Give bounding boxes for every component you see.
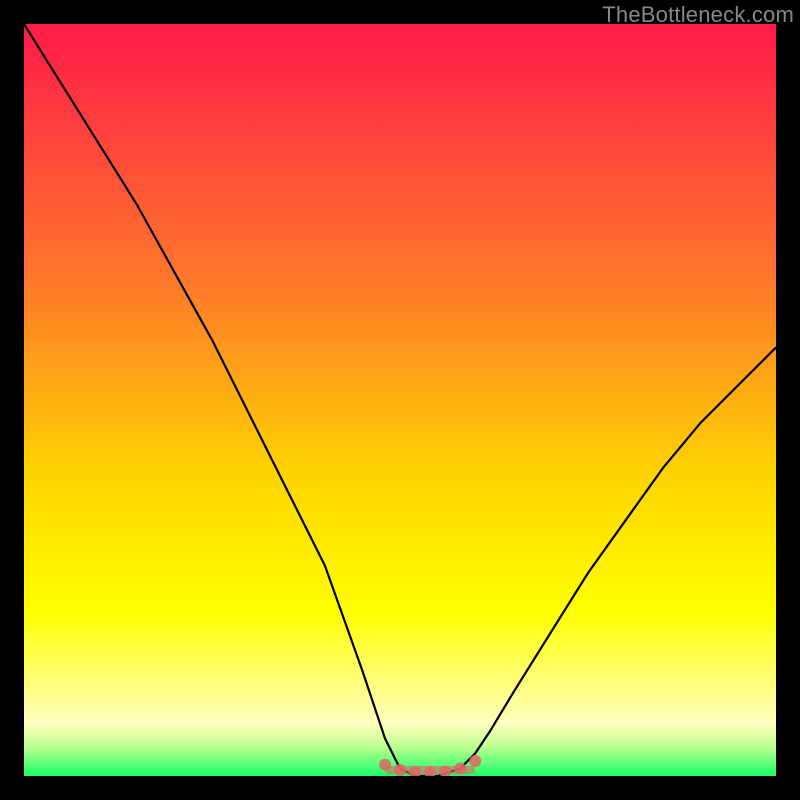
sweet-spot-marker (394, 764, 406, 776)
chart-frame (24, 24, 776, 776)
sweet-spot-marker (454, 763, 466, 775)
bottleneck-chart (24, 24, 776, 776)
sweet-spot-marker (469, 755, 481, 767)
gradient-background (24, 24, 776, 776)
sweet-spot-marker (379, 759, 391, 771)
